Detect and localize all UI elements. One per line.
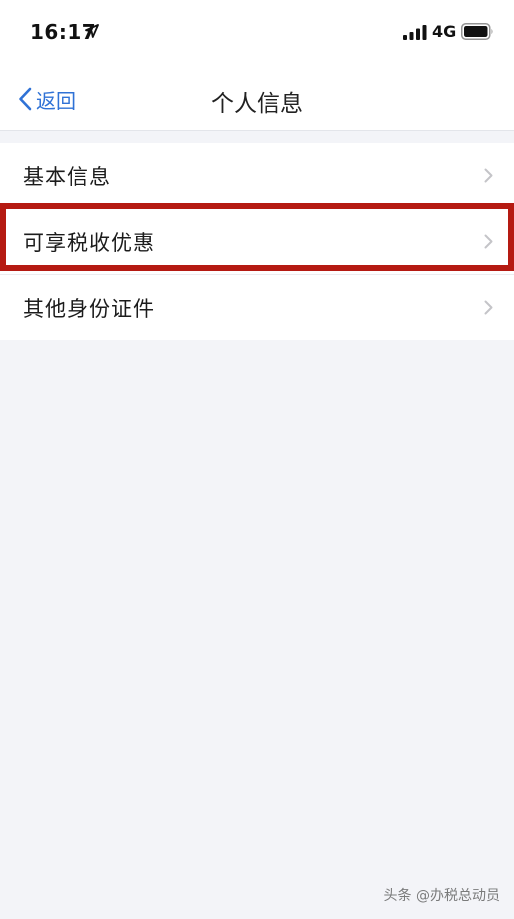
menu-item-label: 基本信息: [23, 164, 111, 189]
chevron-right-icon: [484, 168, 493, 183]
chevron-right-icon: [484, 300, 493, 315]
battery-icon: [461, 23, 493, 40]
personal-info-menu: 基本信息 可享税收优惠 其他身份证件: [0, 143, 514, 340]
network-type: 4G: [432, 22, 457, 41]
menu-item-label: 可享税收优惠: [23, 230, 155, 255]
chevron-left-icon: [19, 87, 32, 111]
menu-item-other-id-documents[interactable]: 其他身份证件: [0, 274, 514, 340]
navigation-bar: 个人信息 返回: [0, 64, 514, 131]
location-arrow-icon: [85, 24, 99, 38]
page-title: 个人信息: [211, 91, 303, 117]
menu-item-tax-benefits[interactable]: 可享税收优惠: [0, 208, 514, 274]
chevron-right-icon: [484, 234, 493, 249]
back-button[interactable]: 返回: [18, 84, 76, 114]
back-label: 返回: [36, 88, 76, 113]
menu-item-label: 其他身份证件: [23, 296, 155, 321]
watermark: 头条 @办税总动员: [383, 888, 500, 904]
status-bar: 16:17 4G: [0, 0, 514, 64]
signal-icon: [403, 25, 427, 40]
menu-item-basic-info[interactable]: 基本信息: [0, 143, 514, 208]
